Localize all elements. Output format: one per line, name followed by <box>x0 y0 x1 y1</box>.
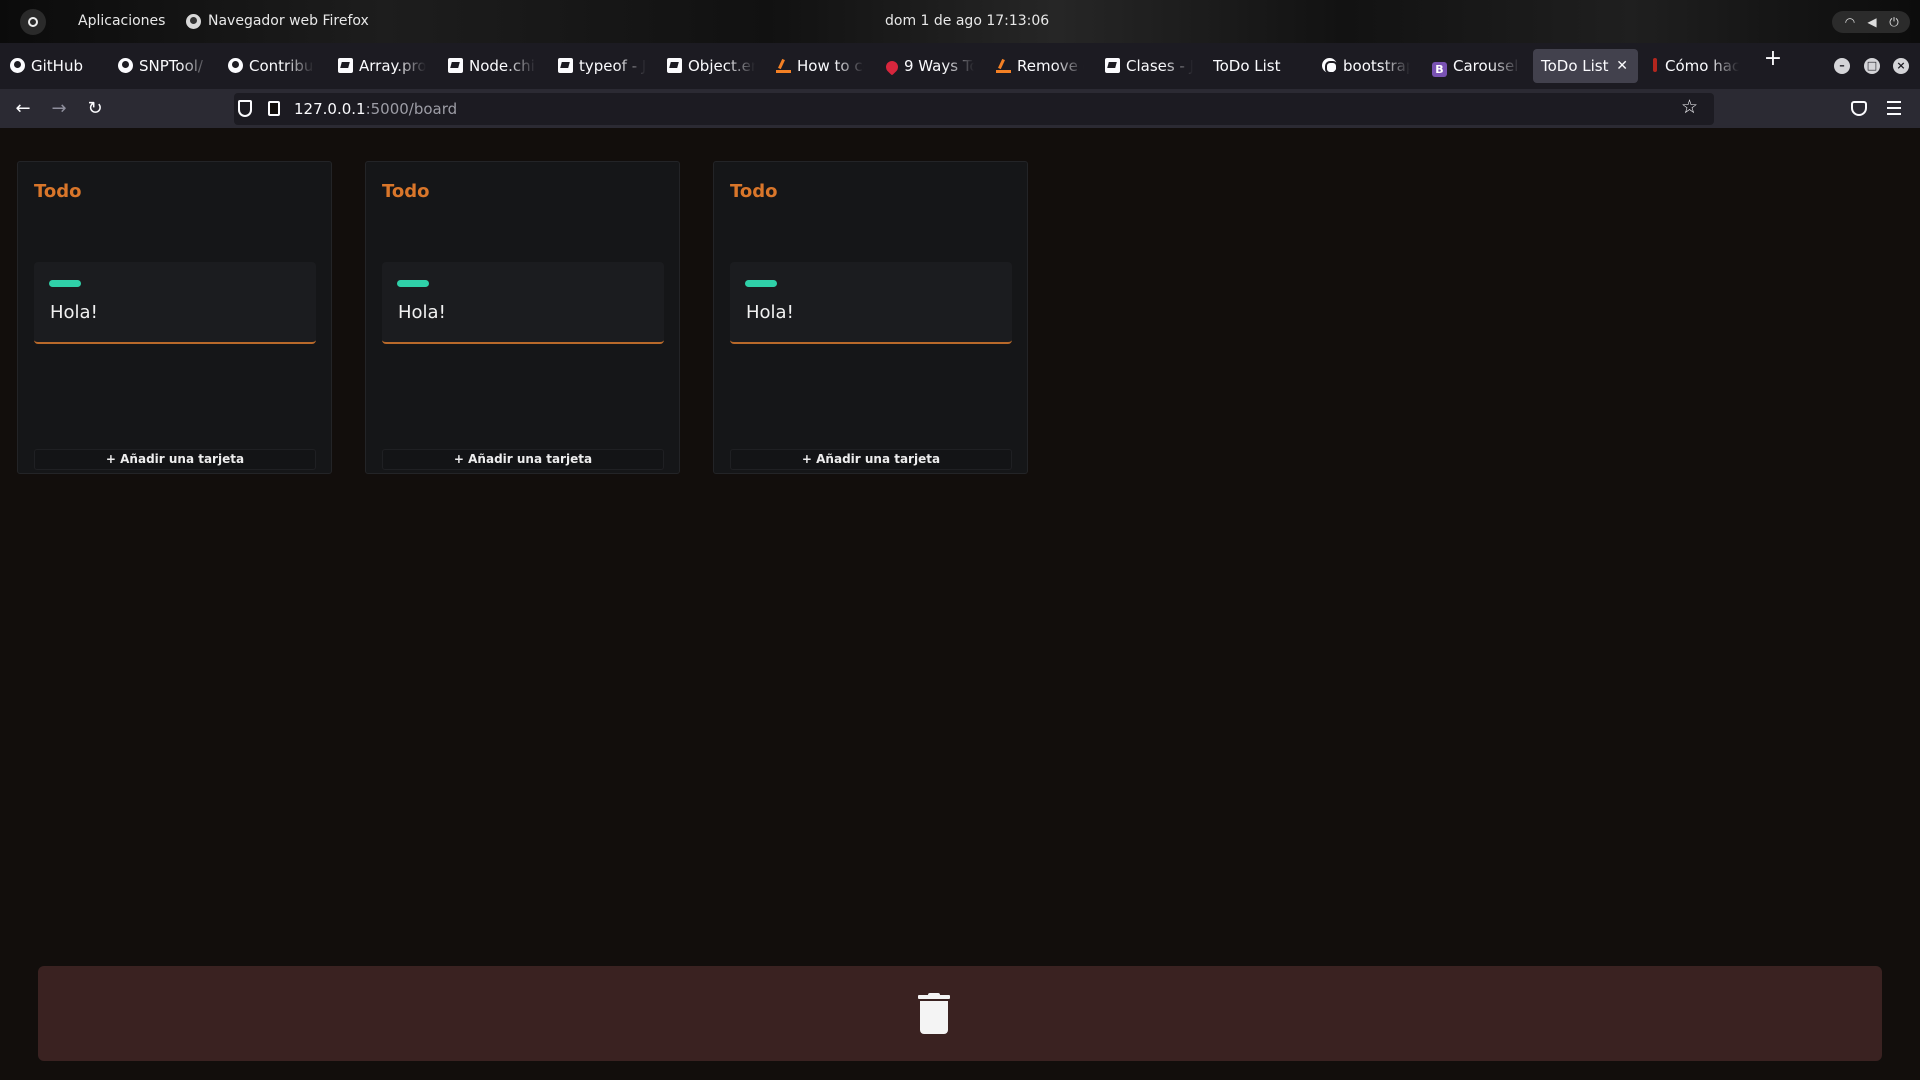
activities-icon <box>28 17 38 27</box>
applications-menu[interactable]: Aplicaciones <box>78 13 165 29</box>
column-title[interactable]: Todo <box>730 181 778 202</box>
board-column[interactable]: Todo Hola! + Añadir una tarjeta <box>713 161 1028 474</box>
mdn-icon <box>1105 58 1120 73</box>
tab-how-to[interactable]: How to co <box>776 49 864 83</box>
github-icon <box>228 58 243 73</box>
board-column[interactable]: Todo Hola! + Añadir una tarjeta <box>365 161 680 474</box>
tab-label: ToDo List <box>1541 57 1609 75</box>
tab-9-ways[interactable]: 9 Ways To <box>886 49 974 83</box>
heart-icon <box>886 58 901 76</box>
new-tab-button[interactable]: + <box>1761 48 1785 72</box>
wifi-icon: ◠ <box>1844 15 1856 29</box>
add-card-button[interactable]: + Añadir una tarjeta <box>382 449 664 470</box>
mdn-icon <box>667 58 682 73</box>
card-label-tag <box>745 280 777 287</box>
forward-button[interactable]: → <box>45 95 73 123</box>
trash-icon <box>918 993 950 1035</box>
card-label-tag <box>397 280 429 287</box>
close-tab-icon[interactable]: ✕ <box>1616 49 1628 83</box>
stackoverflow-icon <box>996 58 1011 73</box>
card-label-tag <box>49 280 81 287</box>
tab-label: ToDo List <box>1213 57 1281 75</box>
pocket-icon[interactable] <box>1851 101 1867 116</box>
tab-todo-list[interactable]: ToDo List <box>1213 49 1301 83</box>
tab-clases[interactable]: Clases - Ja <box>1105 49 1193 83</box>
mdn-icon <box>558 58 573 73</box>
card-text: Hola! <box>746 302 794 323</box>
board-column[interactable]: Todo Hola! + Añadir una tarjeta <box>17 161 332 474</box>
stackoverflow-icon <box>776 58 791 73</box>
tab-remove[interactable]: Remove e <box>996 49 1084 83</box>
mdn-icon <box>448 58 463 73</box>
firefox-icon <box>186 14 201 29</box>
reload-button[interactable]: ↻ <box>81 95 109 123</box>
tab-como-hacer[interactable]: Cómo hac <box>1651 49 1739 83</box>
board-page: Todo Hola! + Añadir una tarjeta Todo Hol… <box>0 128 1920 1080</box>
navigation-toolbar: ← → ↻ 127.0.0.1:5000/board ☆ <box>0 89 1920 128</box>
tab-contribut[interactable]: Contribut <box>228 49 314 83</box>
volume-icon: ◀ <box>1867 15 1877 29</box>
system-top-bar: Aplicaciones Navegador web Firefox dom 1… <box>0 0 1920 43</box>
activities-button[interactable] <box>20 9 46 35</box>
tab-bootstrap[interactable]: bootstrap <box>1322 49 1410 83</box>
tab-github[interactable]: GitHub <box>10 49 86 83</box>
tab-snptool[interactable]: SNPTool/⁠ <box>118 49 210 83</box>
bookmark-star-icon[interactable]: ☆ <box>1681 96 1698 118</box>
system-tray[interactable]: ◠ ◀ ⏻ <box>1832 11 1910 33</box>
mdn-icon <box>338 58 353 73</box>
url-path: :5000/board <box>365 100 458 118</box>
task-card[interactable]: Hola! <box>730 262 1012 344</box>
add-card-button[interactable]: + Añadir una tarjeta <box>34 449 316 470</box>
clock[interactable]: dom 1 de ago 17:13:06 <box>885 13 1049 29</box>
column-title[interactable]: Todo <box>382 181 430 202</box>
bootstrap-icon <box>1322 58 1338 74</box>
tracking-protection-icon[interactable] <box>238 100 252 117</box>
add-card-button[interactable]: + Añadir una tarjeta <box>730 449 1012 470</box>
tab-typeof[interactable]: typeof - J <box>558 49 646 83</box>
back-button[interactable]: ← <box>9 95 37 123</box>
page-info-icon[interactable] <box>268 101 280 116</box>
task-card[interactable]: Hola! <box>382 262 664 344</box>
tab-label: GitHub <box>31 57 83 75</box>
tab-todo-list-active[interactable]: ToDo List ✕ <box>1533 49 1638 83</box>
pin-icon <box>1651 58 1659 73</box>
url-text[interactable]: 127.0.0.1:5000/board <box>294 100 457 118</box>
tab-array-proto[interactable]: Array.pro <box>338 49 426 83</box>
tab-node-child[interactable]: Node.chil <box>448 49 536 83</box>
close-window-button[interactable]: × <box>1893 58 1909 74</box>
address-bar[interactable]: 127.0.0.1:5000/board ☆ <box>234 93 1714 125</box>
github-icon <box>10 58 25 73</box>
tab-object-entries[interactable]: Object.en <box>667 49 755 83</box>
task-card[interactable]: Hola! <box>34 262 316 344</box>
bootstrap-b-icon: B <box>1432 62 1447 77</box>
maximize-window-button[interactable]: □ <box>1864 58 1880 74</box>
focused-app-name[interactable]: Navegador web Firefox <box>208 13 369 29</box>
trash-drop-zone[interactable] <box>38 966 1882 1061</box>
tab-carousel[interactable]: B Carousel <box>1432 49 1520 83</box>
card-text: Hola! <box>50 302 98 323</box>
hamburger-menu-icon[interactable] <box>1887 101 1901 119</box>
power-icon: ⏻ <box>1889 15 1899 29</box>
column-title[interactable]: Todo <box>34 181 82 202</box>
tab-strip: GitHub SNPTool/⁠ Contribut Array.pro Nod… <box>0 43 1920 89</box>
card-text: Hola! <box>398 302 446 323</box>
github-icon <box>118 58 133 73</box>
minimize-window-button[interactable]: – <box>1834 58 1850 74</box>
url-host: 127.0.0.1 <box>294 100 366 118</box>
